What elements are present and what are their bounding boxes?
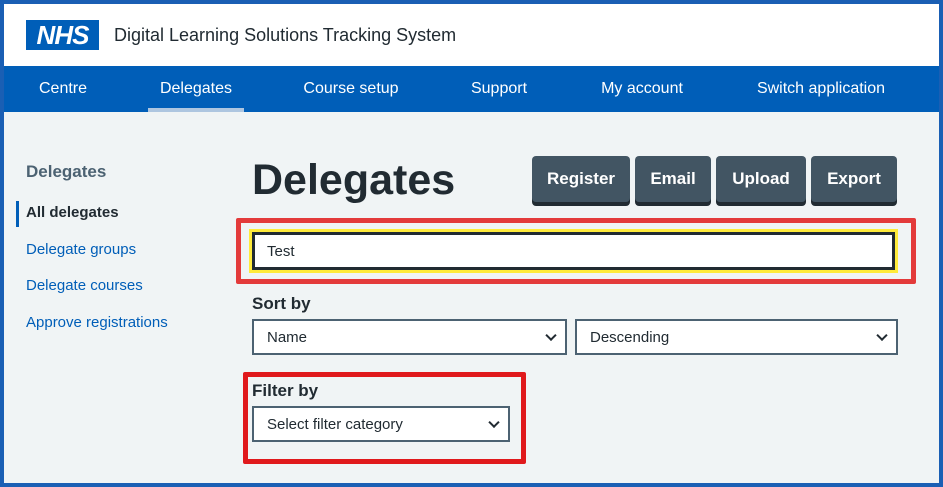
sidebar-current-indicator [16, 201, 19, 227]
filter-category-value: Select filter category [267, 415, 403, 433]
chevron-down-icon [545, 329, 557, 342]
nhs-logo[interactable]: NHS [26, 20, 99, 50]
filter-category-select[interactable]: Select filter category [252, 406, 510, 442]
sidebar-item-approve-registrations[interactable]: Approve registrations [26, 314, 168, 331]
register-button[interactable]: Register [532, 156, 630, 202]
nav-item-switch-application[interactable]: Switch application [746, 66, 896, 112]
nav-item-course-setup[interactable]: Course setup [294, 66, 408, 112]
nav-item-my-account[interactable]: My account [588, 66, 696, 112]
nav-item-centre[interactable]: Centre [4, 66, 122, 112]
main-nav: Centre Delegates Course setup Support My… [4, 66, 939, 112]
filter-by-label: Filter by [252, 381, 319, 400]
sort-field-value: Name [267, 328, 308, 346]
sidebar-item-all-delegates[interactable]: All delegates [26, 204, 119, 221]
sort-direction-value: Descending [590, 328, 670, 346]
email-button[interactable]: Email [635, 156, 711, 202]
sidebar-item-delegate-groups[interactable]: Delegate groups [26, 241, 136, 258]
sort-field-select[interactable]: Name [252, 319, 567, 355]
nav-item-support[interactable]: Support [454, 66, 544, 112]
search-input[interactable] [249, 229, 898, 273]
sort-by-label: Sort by [252, 294, 311, 313]
service-name[interactable]: Digital Learning Solutions Tracking Syst… [114, 25, 456, 46]
chevron-down-icon [488, 416, 500, 429]
sidebar-title: Delegates [26, 162, 107, 181]
sort-direction-select[interactable]: Descending [575, 319, 898, 355]
site-header: NHS Digital Learning Solutions Tracking … [4, 4, 939, 66]
app-frame: NHS Digital Learning Solutions Tracking … [4, 4, 939, 483]
nav-item-delegates[interactable]: Delegates [148, 66, 244, 112]
chevron-down-icon [876, 329, 888, 342]
page-title: Delegates [252, 156, 456, 204]
sidebar-item-delegate-courses[interactable]: Delegate courses [26, 277, 143, 294]
export-button[interactable]: Export [811, 156, 897, 202]
upload-button[interactable]: Upload [716, 156, 806, 202]
